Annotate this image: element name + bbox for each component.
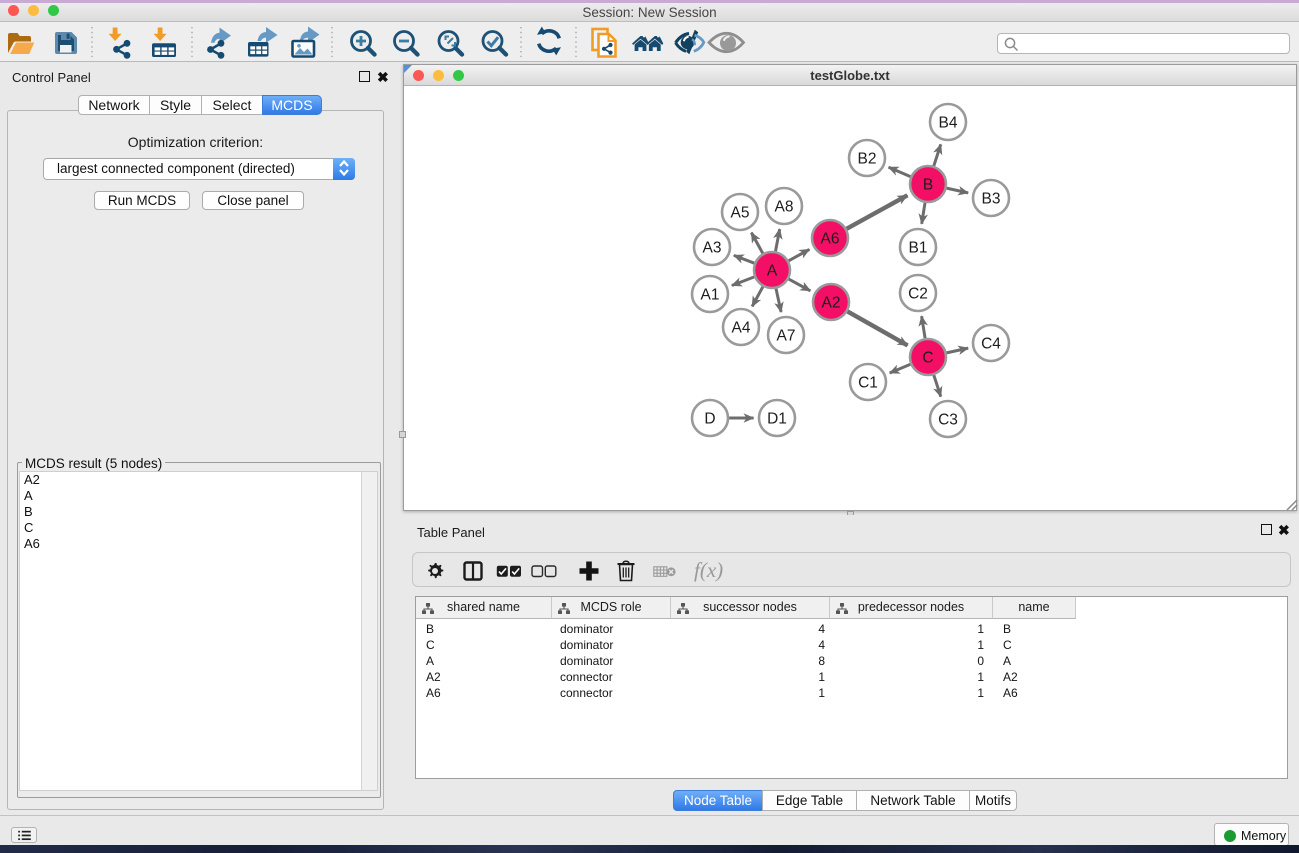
svg-text:D: D (704, 411, 715, 428)
svg-text:A2: A2 (822, 295, 841, 312)
svg-text:C2: C2 (908, 286, 928, 303)
svg-text:B: B (923, 177, 933, 194)
svg-text:C1: C1 (858, 375, 878, 392)
svg-text:A7: A7 (777, 328, 796, 345)
svg-text:C: C (922, 350, 933, 367)
svg-text:A1: A1 (701, 287, 720, 304)
svg-text:A: A (767, 263, 778, 280)
svg-text:C4: C4 (981, 336, 1001, 353)
svg-text:A5: A5 (731, 205, 750, 222)
svg-text:B3: B3 (982, 191, 1001, 208)
svg-text:B2: B2 (858, 151, 877, 168)
svg-text:A3: A3 (703, 240, 722, 257)
svg-text:A6: A6 (821, 231, 840, 248)
svg-text:C3: C3 (938, 412, 958, 429)
svg-text:B1: B1 (909, 240, 928, 257)
svg-text:A4: A4 (732, 320, 751, 337)
svg-text:A8: A8 (775, 199, 794, 216)
svg-text:D1: D1 (767, 411, 787, 428)
svg-text:B4: B4 (939, 115, 958, 132)
